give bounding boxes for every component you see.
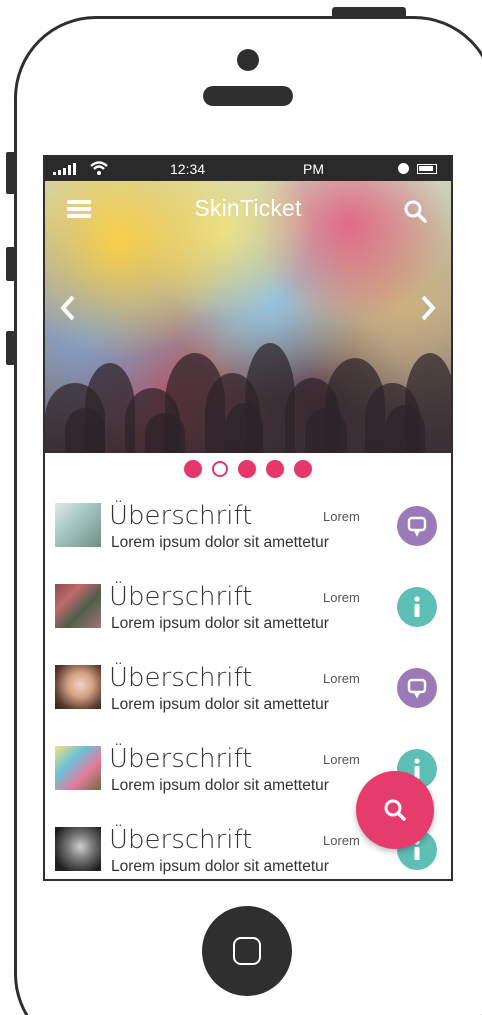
carousel-dot[interactable]	[294, 460, 312, 478]
floating-search-button[interactable]	[356, 771, 434, 849]
list-item-title: Überschrift	[109, 663, 253, 693]
alarm-clock-icon	[398, 163, 409, 174]
signal-icon	[53, 163, 76, 175]
info-icon	[414, 596, 420, 617]
carousel-dot[interactable]	[184, 460, 202, 478]
list-item[interactable]: Überschrift Lorem Lorem ipsum dolor sit am…	[45, 487, 451, 568]
carousel-pagination	[45, 460, 451, 480]
app-title: SkinTicket	[194, 195, 302, 221]
list-item[interactable]: Überschrift Lorem Lorem ipsum dolor sit am…	[45, 649, 451, 730]
avatar	[55, 584, 101, 628]
list-item-title: Überschrift	[109, 582, 253, 612]
list-item-subtitle: Lorem ipsum dolor sit amettetur	[111, 777, 329, 794]
wifi-icon	[89, 160, 109, 180]
avatar	[55, 746, 101, 790]
carousel-dot[interactable]	[212, 461, 228, 477]
list-item-title: Überschrift	[109, 744, 253, 774]
list-item-meta: Lorem	[323, 752, 360, 767]
list-item-title: Überschrift	[109, 825, 253, 855]
top-app-bar: SkinTicket	[45, 181, 451, 233]
list-item-subtitle: Lorem ipsum dolor sit amettetur	[111, 615, 329, 632]
battery-icon	[417, 164, 437, 174]
status-bar: 12:34 PM	[45, 157, 451, 181]
chevron-left-icon	[60, 295, 75, 321]
status-ampm: PM	[303, 161, 324, 177]
chat-button[interactable]	[397, 668, 437, 708]
info-button[interactable]	[397, 587, 437, 627]
avatar	[55, 503, 101, 547]
canvas: 12:34 PM SkinTicket Überschrift Lorem Lo…	[0, 0, 482, 1015]
list-item-subtitle: Lorem ipsum dolor sit amettetur	[111, 858, 329, 875]
list-item-subtitle: Lorem ipsum dolor sit amettetur	[111, 696, 329, 713]
avatar	[55, 827, 101, 871]
chat-button[interactable]	[397, 506, 437, 546]
home-square-icon	[233, 937, 261, 965]
crowd-silhouette	[45, 313, 451, 453]
chat-icon	[407, 516, 427, 537]
chat-icon	[407, 678, 427, 699]
chevron-right-icon	[421, 295, 436, 321]
list-item[interactable]: Überschrift Lorem Lorem ipsum dolor sit am…	[45, 568, 451, 649]
status-time: 12:34	[170, 161, 206, 177]
search-icon	[384, 799, 406, 821]
carousel-next-button[interactable]	[417, 293, 439, 323]
list-item-meta: Lorem	[323, 833, 360, 848]
search-icon[interactable]	[403, 199, 427, 223]
carousel-dot[interactable]	[238, 460, 256, 478]
carousel-prev-button[interactable]	[57, 293, 79, 323]
home-button[interactable]	[202, 906, 292, 996]
list-item-meta: Lorem	[323, 671, 360, 686]
list-item-subtitle: Lorem ipsum dolor sit amettetur	[111, 534, 329, 551]
list-item-meta: Lorem	[323, 509, 360, 524]
list-item-meta: Lorem	[323, 590, 360, 605]
earpiece-speaker	[203, 86, 293, 106]
front-camera	[237, 49, 259, 71]
avatar	[55, 665, 101, 709]
list-item-title: Überschrift	[109, 501, 253, 531]
carousel-dot[interactable]	[266, 460, 284, 478]
